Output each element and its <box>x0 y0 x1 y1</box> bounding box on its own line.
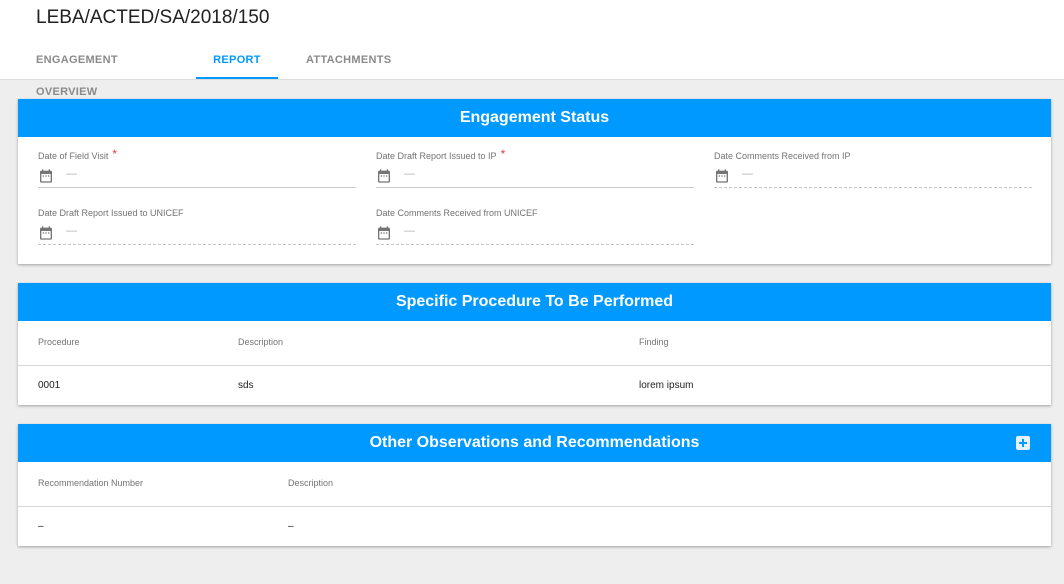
date-draft-report-issued-to-ip-field: Date Draft Report Issued to IP * — <box>376 147 694 188</box>
field-value: — <box>404 225 415 237</box>
date-of-field-visit-input[interactable]: — <box>38 166 356 188</box>
specific-procedure-card: Specific Procedure To Be Performed Proce… <box>18 283 1051 405</box>
calendar-icon[interactable] <box>376 168 392 184</box>
engagement-status-card: Engagement Status Date of Field Visit * —… <box>18 99 1051 264</box>
column-header-description: Description <box>288 478 334 488</box>
tab-bar: ENGAGEMENT OVERVIEW REPORT ATTACHMENTS <box>20 44 407 98</box>
field-label: Date of Field Visit <box>38 151 109 161</box>
date-comments-received-from-unicef-field: Date Comments Received from UNICEF — <box>376 206 694 245</box>
calendar-icon[interactable] <box>714 168 730 184</box>
field-value: — <box>66 225 77 237</box>
field-label: Date Comments Received from IP <box>714 151 851 161</box>
page-title: LEBA/ACTED/SA/2018/150 <box>36 7 270 28</box>
procedure-cell: 0001 <box>38 380 61 391</box>
other-observations-title: Other Observations and Recommendations <box>369 434 700 451</box>
table-header-row: Procedure Description Finding <box>18 321 1051 366</box>
specific-procedure-header: Specific Procedure To Be Performed <box>18 283 1051 321</box>
description-cell: sds <box>238 380 254 391</box>
other-observations-header: Other Observations and Recommendations <box>18 424 1051 462</box>
field-value: — <box>404 168 415 180</box>
field-label: Date Comments Received from UNICEF <box>376 208 538 218</box>
field-value: — <box>742 168 753 180</box>
column-header-recommendation-number: Recommendation Number <box>38 478 144 488</box>
date-draft-report-issued-to-unicef-input[interactable]: — <box>38 223 356 245</box>
date-draft-report-issued-to-ip-input[interactable]: — <box>376 166 694 188</box>
required-marker: * <box>500 147 506 161</box>
column-header-description: Description <box>238 337 284 347</box>
date-comments-received-from-ip-field: Date Comments Received from IP — <box>714 149 1032 188</box>
other-observations-card: Other Observations and Recommendations R… <box>18 424 1051 546</box>
tab-report[interactable]: REPORT <box>196 44 278 79</box>
table-row[interactable]: – – <box>18 507 1051 546</box>
calendar-icon[interactable] <box>376 225 392 241</box>
date-of-field-visit-field: Date of Field Visit * — <box>38 147 356 188</box>
column-header-procedure: Procedure <box>38 337 80 347</box>
date-comments-received-from-unicef-input[interactable]: — <box>376 223 694 245</box>
recommendation-number-cell: – <box>38 521 44 532</box>
field-label: Date Draft Report Issued to UNICEF <box>38 208 184 218</box>
required-marker: * <box>112 147 118 161</box>
column-header-finding: Finding <box>639 337 669 347</box>
calendar-icon[interactable] <box>38 168 54 184</box>
tab-engagement-overview[interactable]: ENGAGEMENT OVERVIEW <box>20 44 196 98</box>
table-header-row: Recommendation Number Description <box>18 462 1051 507</box>
add-box-icon[interactable] <box>1016 436 1030 450</box>
table-row[interactable]: 0001 sds lorem ipsum <box>18 366 1051 405</box>
description-cell: – <box>288 521 294 532</box>
calendar-icon[interactable] <box>38 225 54 241</box>
date-comments-received-from-ip-input[interactable]: — <box>714 166 1032 188</box>
date-draft-report-issued-to-unicef-field: Date Draft Report Issued to UNICEF — <box>38 206 356 245</box>
tab-attachments[interactable]: ATTACHMENTS <box>290 44 407 79</box>
field-value: — <box>66 168 77 180</box>
page-header: LEBA/ACTED/SA/2018/150 ENGAGEMENT OVERVI… <box>0 0 1064 98</box>
finding-cell: lorem ipsum <box>639 380 694 391</box>
engagement-status-header: Engagement Status <box>18 99 1051 137</box>
field-label: Date Draft Report Issued to IP <box>376 151 497 161</box>
